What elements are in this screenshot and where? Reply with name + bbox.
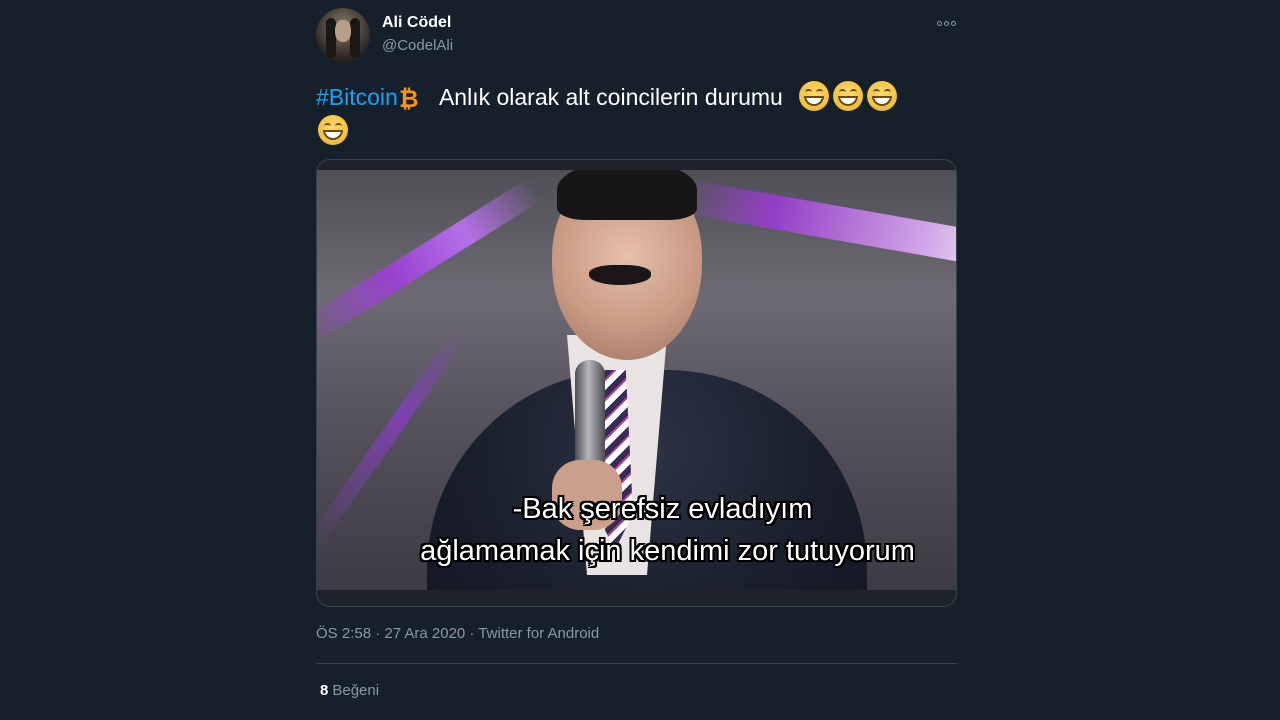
avatar-face bbox=[335, 20, 351, 42]
bitcoin-icon: ₿ bbox=[399, 86, 419, 113]
more-dot bbox=[943, 20, 949, 26]
tweet-body-text: Anlık olarak alt coincilerin durumu bbox=[433, 84, 783, 110]
more-dot bbox=[936, 20, 942, 26]
person-hair bbox=[557, 170, 697, 220]
more-dot bbox=[950, 20, 956, 26]
likes-stat[interactable]: 8 Beğeni bbox=[320, 682, 379, 699]
grinning-face-emoji-icon bbox=[799, 81, 830, 111]
grinning-face-emoji-icon bbox=[833, 81, 864, 111]
divider bbox=[316, 663, 957, 664]
avatar-hair-right bbox=[350, 18, 360, 58]
person-mustache bbox=[589, 265, 651, 285]
tweet: Ali Cödel @CodelAli #Bitcoin₿ Anlık olar… bbox=[316, 0, 957, 720]
tweet-header: Ali Cödel @CodelAli bbox=[316, 8, 957, 64]
likes-count: 8 bbox=[320, 682, 329, 699]
media-subtitle: -Bak şerefsiz evladıyım ağlamamak için k… bbox=[317, 488, 956, 572]
avatar-hair-left bbox=[326, 18, 336, 58]
hashtag-link[interactable]: #Bitcoin bbox=[316, 84, 398, 110]
user-display-name[interactable]: Ali Cödel bbox=[382, 14, 451, 32]
more-options-icon[interactable] bbox=[935, 14, 957, 32]
subtitle-line-2: ağlamamak için kendimi zor tutuyorum bbox=[420, 535, 915, 567]
avatar[interactable] bbox=[316, 8, 370, 62]
grinning-face-emoji-icon bbox=[867, 81, 898, 111]
user-handle[interactable]: @CodelAli bbox=[382, 37, 453, 54]
subtitle-line-1: -Bak şerefsiz evladıyım bbox=[512, 493, 813, 525]
media-photo[interactable]: -Bak şerefsiz evladıyım ağlamamak için k… bbox=[317, 170, 956, 590]
stage-light-beam bbox=[317, 177, 543, 349]
tweet-media[interactable]: -Bak şerefsiz evladıyım ağlamamak için k… bbox=[316, 159, 957, 607]
tweet-text: #Bitcoin₿ Anlık olarak alt coincilerin d… bbox=[316, 80, 957, 148]
tweet-timestamp[interactable]: ÖS 2:58 · 27 Ara 2020 · Twitter for Andr… bbox=[316, 625, 599, 642]
stage-light-beam bbox=[676, 178, 956, 268]
grinning-face-emoji-icon bbox=[318, 115, 348, 145]
likes-label: Beğeni bbox=[332, 682, 380, 699]
